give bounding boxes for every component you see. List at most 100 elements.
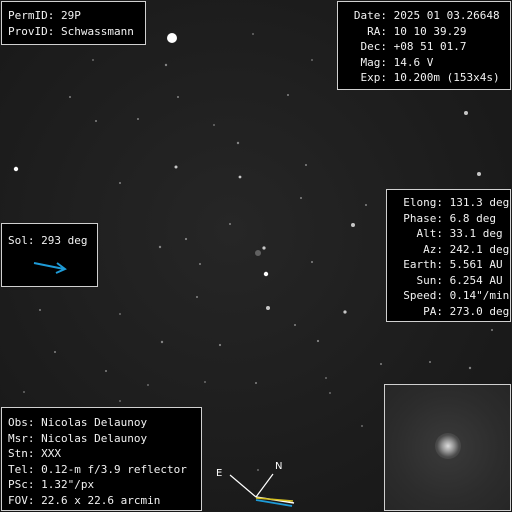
obs-label: Obs: bbox=[8, 416, 35, 429]
star bbox=[229, 223, 231, 225]
prov-id-label: ProvID: bbox=[8, 24, 55, 38]
fov-value: 22.6 x 22.6 arcmin bbox=[41, 493, 161, 507]
dec-row: Dec: +08 51 01.7 bbox=[344, 39, 510, 55]
phase-row: Phase: 6.8 deg bbox=[393, 211, 510, 227]
sun-direction-arrow-icon bbox=[33, 262, 67, 274]
mag-value: 14.6 V bbox=[393, 55, 434, 69]
star bbox=[468, 366, 472, 370]
star bbox=[255, 382, 257, 384]
geometry-panel: Elong: 131.3 deg Phase: 6.8 deg Alt: 33.1 … bbox=[386, 189, 511, 322]
star bbox=[95, 120, 97, 122]
star bbox=[105, 370, 107, 372]
observer-panel: Obs: Nicolas Delaunoy Msr: Nicolas Delaun… bbox=[1, 407, 202, 511]
star bbox=[147, 384, 149, 386]
ra-label: RA: bbox=[367, 24, 387, 38]
star bbox=[119, 313, 121, 315]
star bbox=[204, 381, 206, 383]
alt-value: 33.1 deg bbox=[449, 227, 503, 240]
dec-label: Dec: bbox=[360, 40, 388, 53]
star bbox=[92, 59, 94, 61]
star bbox=[311, 261, 313, 263]
star bbox=[343, 310, 347, 314]
sol-row: Sol: 293 deg bbox=[8, 233, 97, 249]
sun-label: Sun: bbox=[416, 273, 444, 287]
star bbox=[137, 118, 139, 120]
date-row: Date: 2025 01 03.26648 bbox=[344, 8, 510, 24]
star bbox=[160, 340, 164, 344]
tel-label: Tel: bbox=[8, 462, 35, 476]
object-id-panel: PermID: 29P ProvID: Schwassmann bbox=[1, 1, 146, 45]
star bbox=[177, 96, 179, 98]
az-label: Az: bbox=[423, 242, 443, 256]
perm-id-row: PermID: 29P bbox=[8, 8, 145, 24]
msr-row: Msr: Nicolas Delaunoy bbox=[8, 431, 201, 447]
date-value: 2025 01 03.26648 bbox=[393, 9, 500, 22]
star bbox=[262, 246, 266, 250]
sol-label: Sol: bbox=[8, 234, 35, 247]
star bbox=[263, 271, 269, 277]
exp-row: Exp: 10.200m (153x4s) bbox=[344, 70, 510, 86]
ra-value: 10 10 39.29 bbox=[393, 24, 467, 38]
star bbox=[252, 33, 254, 35]
star bbox=[294, 324, 296, 326]
tel-row: Tel: 0.12-m f/3.9 reflector bbox=[8, 462, 201, 478]
tel-value: 0.12-m f/3.9 reflector bbox=[41, 462, 187, 476]
star bbox=[69, 96, 71, 98]
pa-value: 273.0 deg bbox=[449, 304, 510, 318]
star bbox=[311, 59, 313, 61]
star bbox=[199, 263, 201, 265]
star bbox=[429, 361, 431, 363]
az-value: 242.1 deg bbox=[449, 242, 510, 256]
comet-zoom-inset bbox=[384, 384, 511, 511]
mag-label: Mag: bbox=[360, 55, 388, 69]
star bbox=[287, 94, 289, 96]
star bbox=[361, 425, 363, 427]
observation-panel: Date: 2025 01 03.26648 RA: 10 10 39.29 Dec… bbox=[337, 1, 511, 90]
star bbox=[218, 343, 222, 347]
psc-row: PSc: 1.32"/px bbox=[8, 477, 201, 493]
star bbox=[300, 197, 302, 199]
star bbox=[119, 400, 121, 402]
star bbox=[54, 351, 56, 353]
star bbox=[119, 182, 121, 184]
star bbox=[316, 339, 320, 343]
comet-target bbox=[255, 250, 261, 256]
fov-row: FOV: 22.6 x 22.6 arcmin bbox=[8, 493, 201, 509]
phase-label: Phase: bbox=[403, 211, 443, 225]
alt-label: Alt: bbox=[416, 227, 444, 240]
speed-row: Speed: 0.14"/min bbox=[393, 288, 510, 304]
sun-direction-panel: Sol: 293 deg bbox=[1, 223, 98, 287]
comet-nucleus bbox=[435, 433, 461, 459]
elong-row: Elong: 131.3 deg bbox=[393, 195, 510, 211]
az-row: Az: 242.1 deg bbox=[393, 242, 510, 258]
star bbox=[266, 306, 270, 310]
exp-value: 10.200m (153x4s) bbox=[393, 71, 500, 84]
earth-label: Earth: bbox=[403, 258, 443, 271]
prov-id-row: ProvID: Schwassmann bbox=[8, 24, 145, 40]
pa-row: PA: 273.0 deg bbox=[393, 304, 510, 320]
exp-label: Exp: bbox=[360, 71, 388, 84]
east-direction-line bbox=[229, 474, 257, 498]
obs-row: Obs: Nicolas Delaunoy bbox=[8, 415, 201, 431]
fov-label: FOV: bbox=[8, 493, 35, 507]
star bbox=[39, 309, 41, 311]
star bbox=[167, 33, 177, 43]
phase-value: 6.8 deg bbox=[449, 211, 496, 225]
perm-id-value: 29P bbox=[60, 9, 81, 22]
elong-value: 131.3 deg bbox=[449, 196, 510, 209]
psc-value: 1.32"/px bbox=[41, 478, 95, 491]
alt-row: Alt: 33.1 deg bbox=[393, 226, 510, 242]
stn-label: Stn: bbox=[8, 447, 35, 460]
obs-value: Nicolas Delaunoy bbox=[41, 416, 148, 429]
pa-label: PA: bbox=[423, 304, 443, 318]
mag-row: Mag: 14.6 V bbox=[344, 55, 510, 71]
star bbox=[13, 166, 19, 172]
north-label: N bbox=[275, 461, 282, 472]
stn-value: XXX bbox=[41, 447, 61, 460]
compass-rose-icon: E N bbox=[216, 461, 295, 507]
star bbox=[236, 141, 240, 145]
sun-value: 6.254 AU bbox=[449, 273, 503, 287]
elong-label: Elong: bbox=[403, 196, 443, 209]
speed-value: 0.14"/min bbox=[449, 289, 510, 302]
star bbox=[477, 172, 481, 176]
